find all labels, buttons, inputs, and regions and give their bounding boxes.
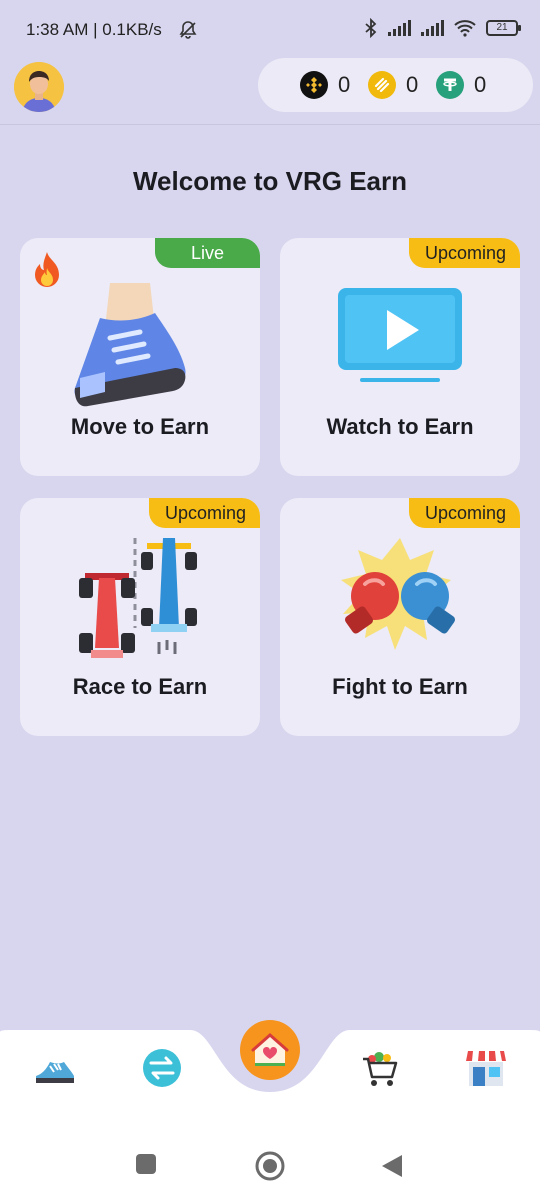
card-label: Race to Earn [72,674,208,699]
signal-1-icon [388,20,411,36]
exchange-icon [143,1049,181,1087]
balance-value: 0 [406,72,419,97]
avatar[interactable] [14,62,64,112]
boxing-gloves-illustration-icon [341,538,455,650]
status-icons: 21 [364,18,521,38]
home-circle-icon[interactable] [254,1150,286,1182]
balance-usdt: 0 [436,71,490,99]
notification-muted-icon [179,21,197,39]
nav-home[interactable] [240,1020,300,1080]
sneaker-icon [36,1062,74,1083]
balance-bnb: 0 [300,71,354,99]
bnb-coin-icon [300,71,328,99]
page-title: Welcome to VRG Earn [132,166,408,196]
bluetooth-icon [365,18,377,38]
nav-cart[interactable] [358,1046,402,1090]
back-icon[interactable] [380,1153,404,1179]
card-fight-to-earn[interactable]: Upcoming Fight to Earn [280,498,520,736]
status-bar: 1:38 AM | 0.1KB/s 21 [0,0,540,58]
status-badge: Live [154,238,260,268]
usdt-coin-icon [436,71,464,99]
busd-coin-icon [368,71,396,99]
nav-exchange[interactable] [140,1046,184,1090]
home-icon [251,1032,289,1066]
balance-value: 0 [338,72,351,97]
balance-value: 0 [474,72,487,97]
user-avatar-icon [14,62,64,112]
card-race-to-earn[interactable]: Upcoming Race to Earn [20,498,260,736]
fire-icon [35,252,59,287]
signal-2-icon [421,20,444,36]
nav-shop[interactable] [464,1046,508,1090]
status-badge: Upcoming [408,238,520,268]
card-move-to-earn[interactable]: Live Move to Earn [20,238,260,476]
card-watch-to-earn[interactable]: Upcoming Watch to Earn [280,238,520,476]
card-label: Watch to Earn [326,414,474,439]
status-badge: Upcoming [408,498,520,528]
battery-level: 21 [496,22,508,33]
cart-icon [363,1052,398,1086]
race-cars-illustration-icon [79,538,197,658]
status-time: 1:38 AM | 0.1KB/s [26,20,162,39]
sneaker-illustration-icon [74,283,186,407]
wifi-icon [454,20,476,37]
battery-icon: 21 [486,20,521,36]
card-label: Fight to Earn [332,674,468,699]
status-badge: Upcoming [148,498,260,528]
recent-apps-icon[interactable] [134,1152,158,1176]
balance-busd: 0 [368,71,422,99]
video-play-illustration-icon [338,288,462,382]
shop-icon [466,1051,506,1086]
header-divider [0,124,540,125]
wallet-balances[interactable]: 0 0 0 [258,58,533,112]
card-label: Move to Earn [70,414,210,439]
nav-move[interactable] [32,1046,76,1090]
